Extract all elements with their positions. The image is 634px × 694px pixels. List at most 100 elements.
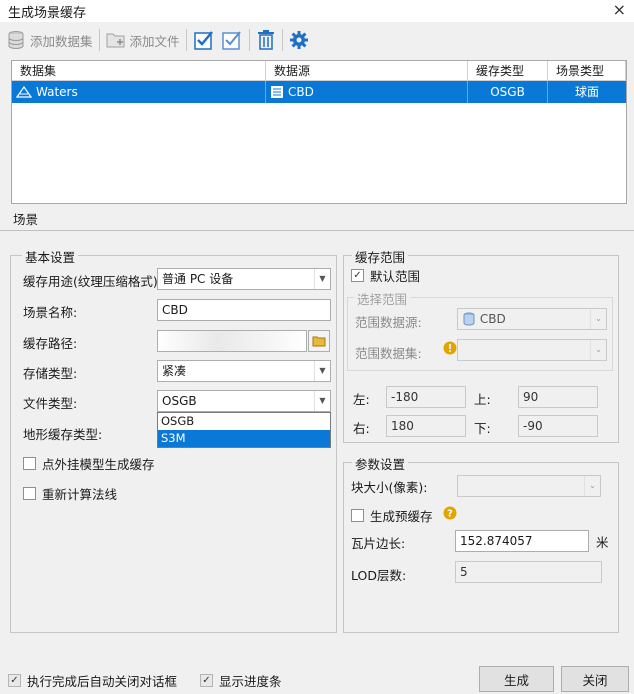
auto-close-label: 执行完成后自动关闭对话框 (27, 674, 178, 689)
datasource-icon (463, 312, 475, 326)
add-folder-icon (106, 33, 125, 48)
file-type-label: 文件类型: (23, 396, 78, 411)
dropdown-option-osgb[interactable]: OSGB (158, 413, 330, 430)
chevron-down-icon: ⌄ (590, 340, 606, 360)
select-all-icon[interactable] (193, 29, 215, 51)
cell-cache-type: OSGB (468, 81, 548, 103)
block-size-label: 块大小(像素): (351, 480, 428, 495)
chevron-down-icon: ▼ (314, 391, 330, 411)
show-progress-label: 显示进度条 (219, 674, 282, 689)
checkbox-box[interactable] (23, 457, 36, 470)
add-dataset-label: 添加数据集 (30, 33, 93, 49)
top-input[interactable]: 90 (518, 386, 598, 408)
show-progress-checkbox[interactable]: ✓ 显示进度条 (200, 671, 282, 690)
right-label: 右: (353, 421, 370, 436)
scene-name-label: 场景名称: (23, 305, 78, 320)
range-datasource-select[interactable]: CBD ⌄ (457, 308, 607, 330)
add-file-label: 添加文件 (129, 33, 180, 49)
left-input[interactable]: -180 (386, 386, 466, 408)
toolbar-divider (98, 29, 100, 51)
cache-range-legend: 缓存范围 (352, 247, 409, 266)
invert-select-icon[interactable] (221, 29, 243, 51)
datasource-icon (271, 86, 283, 98)
tile-edge-label: 瓦片边长: (351, 536, 406, 551)
usage-select-value: 普通 PC 设备 (162, 272, 234, 286)
warning-icon (443, 341, 457, 355)
col-header-cache-type[interactable]: 缓存类型 (468, 61, 548, 81)
file-type-dropdown: OSGB S3M (157, 412, 331, 448)
lod-input[interactable]: 5 (455, 561, 602, 583)
cell-dataset: Waters (12, 81, 266, 103)
right-input[interactable]: 180 (386, 415, 466, 437)
chevron-down-icon: ⌄ (584, 476, 600, 496)
block-size-select[interactable]: ⌄ (457, 475, 601, 497)
tab-divider (0, 230, 634, 231)
checkbox-box[interactable] (351, 509, 364, 522)
window-title: 生成场景缓存 (8, 6, 87, 21)
pre-cache-label: 生成预缓存 (370, 509, 433, 524)
default-range-checkbox[interactable]: ✓ 默认范围 (351, 266, 420, 285)
delete-icon[interactable] (256, 29, 276, 51)
col-header-datasource[interactable]: 数据源 (266, 61, 468, 81)
cell-dataset-text: Waters (36, 85, 78, 99)
toolbar: 添加数据集 添加文件 (6, 28, 309, 52)
storage-type-value: 紧凑 (162, 364, 187, 378)
parameters-legend: 参数设置 (352, 454, 409, 473)
cache-path-input[interactable] (157, 330, 307, 352)
file-type-select[interactable]: OSGB ▼ (157, 390, 331, 412)
generate-button[interactable]: 生成 (479, 666, 554, 692)
usage-select[interactable]: 普通 PC 设备 ▼ (157, 268, 331, 290)
toolbar-divider (248, 29, 250, 51)
toolbar-divider (281, 29, 283, 51)
checkbox-box[interactable] (23, 487, 36, 500)
pre-cache-checkbox[interactable]: 生成预缓存 (351, 506, 433, 525)
external-model-checkbox[interactable]: 点外挂模型生成缓存 (23, 454, 155, 473)
auto-close-checkbox[interactable]: ✓ 执行完成后自动关闭对话框 (8, 671, 177, 690)
select-range-legend: 选择范围 (354, 289, 411, 308)
cache-path-label: 缓存路径: (23, 336, 78, 351)
chevron-down-icon: ⌄ (590, 309, 606, 329)
toolbar-divider (185, 29, 187, 51)
gear-icon[interactable] (289, 30, 309, 50)
range-dataset-label: 范围数据集: (355, 346, 422, 361)
range-dataset-select[interactable]: ⌄ (457, 339, 607, 361)
bottom-input[interactable]: -90 (518, 415, 598, 437)
title-bar (0, 0, 634, 22)
terrain-cache-label: 地形缓存类型: (23, 427, 103, 442)
recalc-normals-label: 重新计算法线 (42, 487, 118, 502)
add-file-button[interactable]: 添加文件 (106, 31, 180, 50)
close-icon[interactable]: × (613, 0, 626, 19)
default-range-label: 默认范围 (370, 269, 421, 284)
range-datasource-label: 范围数据源: (355, 315, 422, 330)
col-header-scene-type[interactable]: 场景类型 (548, 61, 626, 81)
cell-datasource: CBD (266, 81, 468, 103)
file-type-value: OSGB (162, 394, 197, 408)
region-dataset-icon (16, 86, 32, 98)
col-header-dataset[interactable]: 数据集 (12, 61, 266, 81)
dropdown-option-s3m[interactable]: S3M (158, 430, 330, 447)
tab-scene[interactable]: 场景 (13, 209, 38, 228)
close-button[interactable]: 关闭 (561, 666, 629, 692)
chevron-down-icon: ▼ (314, 361, 330, 381)
tile-edge-input[interactable]: 152.874057 (455, 530, 589, 552)
dataset-grid[interactable]: 数据集 数据源 缓存类型 场景类型 Waters CBD OSGB 球面 (11, 60, 627, 204)
usage-label: 缓存用途(纹理压缩格式) (23, 274, 158, 289)
top-label: 上: (474, 392, 491, 407)
add-dataset-button[interactable]: 添加数据集 (6, 30, 93, 50)
scene-name-input[interactable]: CBD (157, 299, 331, 321)
help-icon[interactable]: ? (443, 506, 457, 520)
storage-type-select[interactable]: 紧凑 ▼ (157, 360, 331, 382)
left-label: 左: (353, 392, 370, 407)
chevron-down-icon: ▼ (314, 269, 330, 289)
checkbox-box[interactable]: ✓ (8, 674, 21, 687)
range-datasource-value: CBD (479, 312, 506, 326)
table-row[interactable]: Waters CBD OSGB 球面 (12, 81, 626, 103)
lod-label: LOD层数: (351, 568, 407, 583)
browse-folder-button[interactable] (308, 330, 330, 352)
checkbox-box[interactable]: ✓ (200, 674, 213, 687)
basic-settings-legend: 基本设置 (22, 247, 79, 266)
checkbox-box[interactable]: ✓ (351, 269, 364, 282)
storage-type-label: 存储类型: (23, 366, 78, 381)
recalc-normals-checkbox[interactable]: 重新计算法线 (23, 484, 117, 503)
external-model-label: 点外挂模型生成缓存 (42, 457, 155, 472)
